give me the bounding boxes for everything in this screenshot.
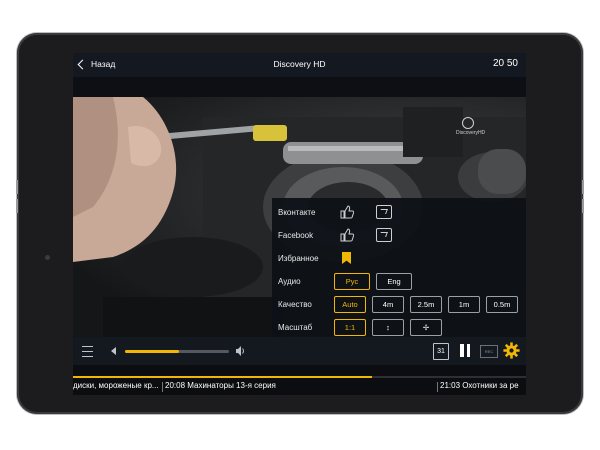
- vk-label: Вконтакте: [278, 207, 316, 217]
- favorites-label: Избранное: [278, 253, 319, 263]
- facebook-label: Facebook: [278, 230, 314, 240]
- like-icon[interactable]: [340, 228, 354, 242]
- clock: 20 50: [492, 58, 518, 69]
- quality-option-4m[interactable]: 4m: [372, 295, 404, 313]
- volume-down-icon[interactable]: [111, 347, 116, 355]
- scale-option-vertical[interactable]: ↕: [372, 318, 404, 336]
- share-icon[interactable]: [376, 205, 392, 219]
- scale-label: Масштаб: [278, 322, 313, 332]
- tablet-side-button: [582, 180, 584, 194]
- app-screen: Назад Discovery HD 20 50 DiscoveryHD Вко…: [73, 53, 526, 395]
- epg-item-previous[interactable]: диски, мороженые кр...: [73, 381, 161, 390]
- epg-timeline: диски, мороженые кр... 20:08 Махинаторы …: [73, 380, 526, 393]
- epg-item-next[interactable]: 21:03 Охотники за ре: [440, 381, 526, 390]
- quality-option-auto[interactable]: Auto: [334, 295, 366, 313]
- epg-separator: [162, 382, 163, 392]
- top-bar: Назад Discovery HD 20 50: [73, 53, 526, 77]
- pause-icon[interactable]: [460, 344, 470, 357]
- scale-option-1-1[interactable]: 1:1: [334, 318, 366, 336]
- epg-progress: [73, 376, 526, 378]
- epg-item-current[interactable]: 20:08 Махинаторы 13-я серия: [165, 381, 325, 390]
- settings-menu: Вконтакте Facebook Избранное Аудио Рус E…: [272, 198, 526, 337]
- discovery-logo-icon: [462, 117, 474, 129]
- epg-strip[interactable]: диски, мороженые кр... 20:08 Махинаторы …: [73, 365, 526, 395]
- quality-option-2-5m[interactable]: 2.5m: [410, 295, 442, 313]
- volume-slider[interactable]: [125, 350, 229, 353]
- menu-row-favorites: Избранное: [278, 248, 351, 268]
- audio-option-ru[interactable]: Рус: [334, 272, 370, 290]
- calendar-icon[interactable]: 31: [433, 343, 449, 360]
- channel-title: Discovery HD: [273, 59, 326, 69]
- menu-row-facebook: Facebook: [278, 225, 392, 245]
- tablet-side-button: [16, 199, 18, 213]
- quality-option-1m[interactable]: 1m: [448, 295, 480, 313]
- epg-progress-fill: [73, 376, 372, 378]
- channel-watermark: DiscoveryHD: [456, 117, 485, 136]
- quality-label: Качество: [278, 299, 312, 309]
- tablet-side-button: [582, 199, 584, 213]
- bookmark-icon[interactable]: [342, 252, 351, 264]
- volume-up-icon[interactable]: [236, 345, 246, 357]
- epg-separator: [437, 382, 438, 392]
- quality-option-0-5m[interactable]: 0.5m: [486, 295, 518, 313]
- player-controls: 31 REC: [73, 337, 526, 365]
- volume-fill: [125, 350, 180, 353]
- menu-row-audio: Аудио Рус Eng: [278, 271, 418, 291]
- menu-row-vk: Вконтакте: [278, 202, 392, 222]
- like-icon[interactable]: [340, 205, 354, 219]
- audio-option-en[interactable]: Eng: [376, 272, 412, 290]
- gear-icon[interactable]: [503, 342, 520, 359]
- scale-option-fit[interactable]: ✢: [410, 318, 442, 336]
- share-icon[interactable]: [376, 228, 392, 242]
- menu-row-quality: Качество Auto 4m 2.5m 1m 0.5m: [278, 294, 524, 314]
- record-icon[interactable]: REC: [480, 345, 498, 358]
- menu-row-scale: Масштаб 1:1 ↕ ✢: [278, 317, 448, 337]
- menu-icon[interactable]: [82, 346, 93, 357]
- tablet-side-button: [16, 180, 18, 194]
- camera-dot: [45, 255, 50, 260]
- watermark-text: DiscoveryHD: [456, 130, 486, 136]
- audio-label: Аудио: [278, 276, 301, 286]
